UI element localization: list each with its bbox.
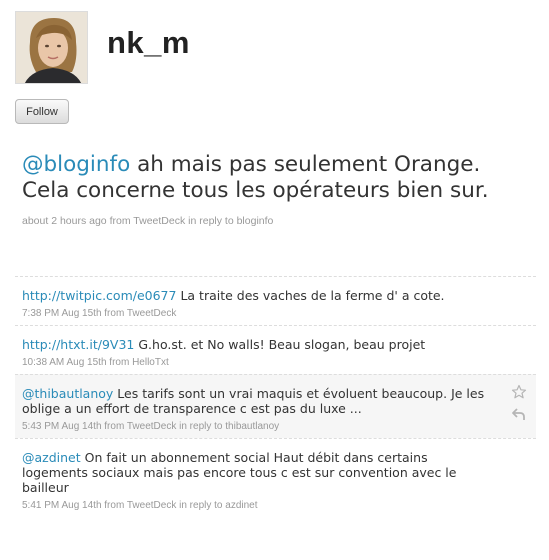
- profile-header: nk_m: [15, 11, 535, 86]
- tweet-list: http://twitpic.com/e0677 La traite des v…: [15, 276, 536, 517]
- tweet-text: http://twitpic.com/e0677 La traite des v…: [22, 288, 496, 303]
- tweet-body: La traite des vaches de la ferme d' a co…: [176, 288, 445, 303]
- tweet-meta: 10:38 AM Aug 15th from HelloTxt: [22, 357, 169, 368]
- tweet-body: G.ho.st. et No walls! Beau slogan, beau …: [134, 337, 426, 352]
- tweet-meta: 7:38 PM Aug 15th from TweetDeck: [22, 308, 177, 319]
- screen-name: nk_m: [107, 25, 190, 60]
- list-item: @azdinet On fait un abonnement social Ha…: [15, 438, 536, 517]
- reply-arrow-icon[interactable]: [511, 406, 527, 422]
- tweet-text: @azdinet On fait un abonnement social Ha…: [22, 450, 496, 495]
- main-tweet: @bloginfo ah mais pas seulement Orange. …: [22, 152, 522, 227]
- list-item: http://htxt.it/9V31 G.ho.st. et No walls…: [15, 325, 536, 374]
- star-icon[interactable]: [511, 384, 527, 400]
- mention-link[interactable]: @bloginfo: [22, 152, 130, 177]
- tweet-meta: 5:43 PM Aug 14th from TweetDeck in reply…: [22, 421, 280, 432]
- list-item: @thibautlanoy Les tarifs sont un vrai ma…: [15, 374, 536, 438]
- tweet-actions: [511, 384, 527, 428]
- list-item: http://twitpic.com/e0677 La traite des v…: [15, 276, 536, 325]
- tweet-mention[interactable]: @azdinet: [22, 450, 81, 465]
- avatar[interactable]: [15, 11, 88, 84]
- main-tweet-meta: about 2 hours ago from TweetDeck in repl…: [22, 215, 274, 227]
- main-tweet-text: @bloginfo ah mais pas seulement Orange. …: [22, 152, 522, 204]
- tweet-text: http://htxt.it/9V31 G.ho.st. et No walls…: [22, 337, 496, 352]
- tweet-mention[interactable]: @thibautlanoy: [22, 386, 113, 401]
- tweet-body: On fait un abonnement social Haut débit …: [22, 450, 457, 495]
- tweet-meta: 5:41 PM Aug 14th from TweetDeck in reply…: [22, 500, 258, 511]
- tweet-text: @thibautlanoy Les tarifs sont un vrai ma…: [22, 386, 496, 416]
- tweet-link[interactable]: http://htxt.it/9V31: [22, 337, 134, 352]
- tweet-link[interactable]: http://twitpic.com/e0677: [22, 288, 176, 303]
- follow-button[interactable]: Follow: [15, 99, 69, 124]
